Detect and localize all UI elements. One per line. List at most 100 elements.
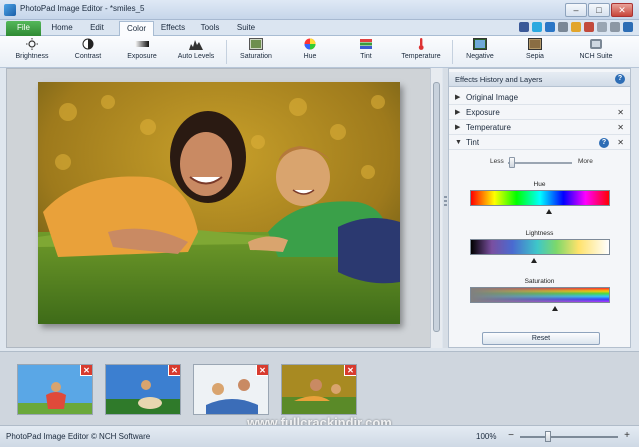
quick-access-icons [519, 22, 633, 34]
collapse-arrow-icon[interactable]: ▼ [455, 136, 462, 150]
contrast-button[interactable]: Contrast [68, 38, 108, 66]
tint-button[interactable]: Tint [348, 38, 384, 66]
tab-tools[interactable]: Tools [196, 21, 224, 36]
zoom-slider-track[interactable] [520, 436, 618, 438]
effect-label: Exposure [466, 108, 500, 117]
panel-help-icon[interactable]: ? [615, 74, 625, 84]
saturation-gradient-slider[interactable] [470, 287, 610, 303]
splitter-grip[interactable] [444, 196, 447, 208]
tab-effects[interactable]: Effects [158, 21, 188, 36]
canvas-vertical-scrollbar[interactable] [430, 68, 442, 348]
star-icon[interactable] [571, 22, 581, 32]
lightness-label: Lightness [525, 230, 554, 237]
remove-effect-icon[interactable]: ✕ [617, 106, 624, 120]
minimize-button[interactable]: – [565, 3, 587, 17]
check-icon[interactable] [597, 22, 607, 32]
effect-tint[interactable]: ▼ Tint ? ✕ [449, 136, 630, 150]
negative-button[interactable]: Negative [460, 38, 500, 66]
expand-arrow-icon[interactable]: ▶ [455, 91, 460, 105]
hue-slider-handle[interactable] [546, 209, 552, 214]
hue-label: Hue [303, 53, 317, 60]
zoom-slider[interactable] [545, 431, 551, 442]
twitter-icon[interactable] [532, 22, 542, 32]
zoom-level: 100% [476, 432, 497, 441]
remove-effect-icon[interactable]: ✕ [617, 121, 624, 135]
tint-strength-track[interactable] [508, 162, 572, 164]
effect-original-image[interactable]: ▶ Original Image [449, 91, 630, 105]
linkedin-icon[interactable] [545, 22, 555, 32]
effect-label: Tint [466, 138, 480, 147]
toolbar-separator [226, 40, 227, 64]
help-icon[interactable] [623, 22, 633, 32]
dropdown-icon[interactable] [610, 22, 620, 32]
exposure-icon [135, 41, 149, 47]
settings-icon[interactable] [558, 22, 568, 32]
tab-suite[interactable]: Suite [232, 21, 260, 36]
saturation-button[interactable]: Saturation [236, 38, 276, 66]
hue-icon [304, 38, 316, 50]
thumbnail-1[interactable]: ✕ [17, 364, 93, 415]
reset-button[interactable]: Reset [482, 332, 600, 345]
remove-thumbnail-icon[interactable]: ✕ [256, 365, 268, 376]
effect-temperature[interactable]: ▶ Temperature ✕ [449, 121, 630, 135]
tab-edit[interactable]: Edit [83, 21, 111, 36]
less-label: Less [490, 158, 504, 165]
thumbnail-2[interactable]: ✕ [105, 364, 181, 415]
temperature-button[interactable]: Temperature [398, 38, 444, 66]
expand-arrow-icon[interactable]: ▶ [455, 106, 460, 120]
hue-label: Hue [533, 181, 546, 188]
saturation-slider-handle[interactable] [552, 306, 558, 311]
exposure-button[interactable]: Exposure [122, 38, 162, 66]
lightness-gradient-slider[interactable] [470, 239, 610, 255]
edited-photo[interactable] [38, 82, 400, 324]
auto-levels-button[interactable]: Auto Levels [174, 38, 218, 66]
brightness-button[interactable]: Brightness [10, 38, 54, 66]
saturation-label: Saturation [524, 278, 555, 285]
tint-strength-slider[interactable] [509, 157, 515, 168]
ribbon-tabs: File Home Edit Color Effects Tools Suite [0, 20, 639, 36]
scrollbar-thumb[interactable] [433, 82, 440, 332]
lightness-slider-handle[interactable] [531, 258, 537, 263]
hue-gradient-slider[interactable] [470, 190, 610, 206]
status-text: PhotoPad Image Editor © NCH Software [6, 432, 151, 441]
remove-effect-icon[interactable]: ✕ [617, 136, 624, 150]
thumbnail-3[interactable]: ✕ [193, 364, 269, 415]
negative-label: Negative [466, 53, 494, 60]
sepia-button[interactable]: Sepia [516, 38, 554, 66]
toolbar-separator [452, 40, 453, 64]
hue-button[interactable]: Hue [292, 38, 328, 66]
maximize-button[interactable]: □ [588, 3, 610, 17]
brightness-icon [26, 38, 38, 50]
tab-home[interactable]: Home [47, 21, 77, 36]
sepia-icon [528, 38, 542, 50]
expand-arrow-icon[interactable]: ▶ [455, 121, 460, 135]
youtube-icon[interactable] [584, 22, 594, 32]
window-title: PhotoPad Image Editor - *smiles_5 [20, 4, 145, 13]
tab-color[interactable]: Color [119, 21, 154, 36]
more-label: More [578, 158, 593, 165]
app-icon [4, 4, 16, 16]
zoom-in-icon[interactable]: + [622, 430, 632, 442]
contrast-icon [82, 38, 94, 50]
panel-title: Effects History and Layers [455, 75, 543, 84]
exposure-label: Exposure [127, 53, 157, 60]
facebook-icon[interactable] [519, 22, 529, 32]
nch-suite-button[interactable]: NCH Suite [574, 38, 618, 66]
zoom-out-icon[interactable]: − [506, 430, 516, 442]
remove-thumbnail-icon[interactable]: ✕ [80, 365, 92, 376]
tint-help-icon[interactable]: ? [599, 138, 609, 148]
auto-levels-icon [189, 40, 203, 50]
remove-thumbnail-icon[interactable]: ✕ [344, 365, 356, 376]
temperature-icon [418, 38, 424, 50]
saturation-label: Saturation [240, 53, 272, 60]
auto-levels-label: Auto Levels [177, 53, 215, 60]
thumbnail-4[interactable]: ✕ [281, 364, 357, 415]
tab-file[interactable]: File [6, 21, 41, 36]
effect-exposure[interactable]: ▶ Exposure ✕ [449, 106, 630, 120]
effect-label: Original Image [466, 93, 519, 102]
saturation-icon [249, 38, 263, 50]
close-button[interactable]: ✕ [611, 3, 633, 17]
thumbnail-strip: ✕ ✕ ✕ ✕ [0, 351, 639, 425]
remove-thumbnail-icon[interactable]: ✕ [168, 365, 180, 376]
image-canvas[interactable] [6, 68, 436, 348]
